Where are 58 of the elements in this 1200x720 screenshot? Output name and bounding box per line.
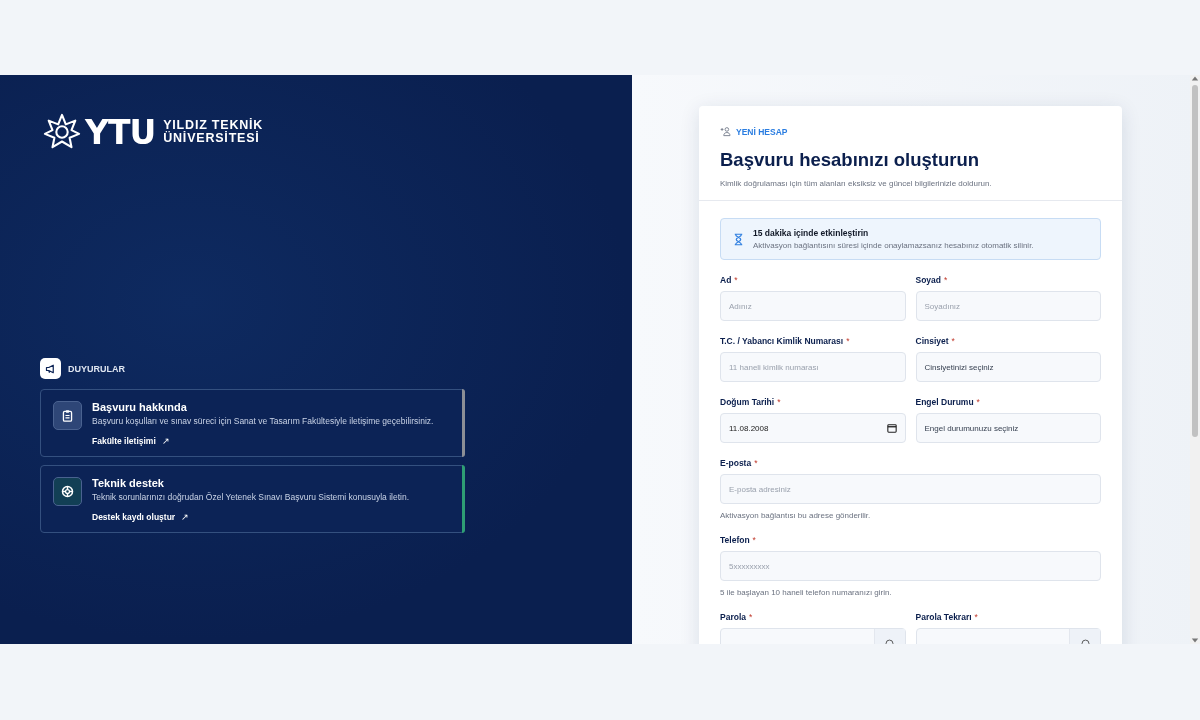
- field-label: Cinsiyet: [915, 336, 949, 346]
- calendar-icon[interactable]: [886, 423, 897, 433]
- megaphone-icon: [40, 358, 61, 379]
- field-label: Doğum Tarihi: [720, 397, 775, 407]
- notice-title: 15 dakika içinde etkinleştirin: [753, 228, 870, 238]
- announcement-link[interactable]: Destek kaydı oluştur: [92, 512, 176, 522]
- select-field[interactable]: Engel durumunuzu seçiniz: [915, 413, 1101, 443]
- field-hint: 5 ile başlayan 10 haneli telefon numaranızı girin.: [720, 588, 893, 597]
- clipboard-icon: [53, 401, 82, 430]
- scrollbar[interactable]: [1190, 75, 1200, 644]
- announcement-link[interactable]: Fakülte iletişimi: [92, 436, 156, 446]
- required-mark: *: [752, 535, 756, 545]
- scroll-up-icon[interactable]: [1191, 75, 1199, 83]
- lifebuoy-icon: [53, 477, 82, 506]
- required-mark: *: [754, 458, 758, 468]
- required-mark: *: [976, 397, 980, 407]
- input-field[interactable]: 5xxxxxxxxx: [720, 551, 1101, 581]
- input-field[interactable]: E-posta adresiniz: [720, 474, 1101, 504]
- external-link-icon: ↗: [161, 436, 170, 446]
- field-label: Parola Tekrarı: [915, 612, 972, 622]
- required-mark: *: [951, 336, 955, 346]
- announcement-text: Teknik sorunlarınızı doğrudan Özel Yetenek Sınavı Başvuru Sistemi konusuyla iletin.: [92, 492, 410, 502]
- university-name: ÜNİVERSİTESİ: [163, 132, 261, 145]
- field-label: Engel Durumu: [915, 397, 974, 407]
- field-label: Ad: [720, 275, 732, 285]
- date-field[interactable]: 11.08.2008: [720, 413, 906, 443]
- announcement-title: Teknik destek: [92, 477, 165, 489]
- field-label: Telefon: [720, 535, 750, 545]
- required-mark: *: [734, 275, 738, 285]
- required-mark: *: [944, 275, 948, 285]
- field-hint: Aktivasyon bağlantısı bu adrese gönderilir.: [720, 511, 872, 520]
- field-label: Soyad: [915, 275, 941, 285]
- field-label: Parola: [720, 612, 746, 622]
- form-subtitle: Kimlik doğrulaması için tüm alanları eksiksiz ve güncel bilgilerinizle doldurun.: [720, 179, 993, 188]
- date-value: 11.08.2008: [729, 423, 769, 433]
- section-title: DUYURULAR: [68, 363, 125, 374]
- form-title: Başvuru hesabınızı oluşturun: [720, 149, 981, 171]
- scroll-down-icon[interactable]: [1191, 636, 1199, 644]
- announcement-title: Başvuru hakkında: [92, 401, 188, 413]
- required-mark: *: [777, 397, 781, 407]
- university-name: YILDIZ TEKNİK: [163, 119, 264, 132]
- required-mark: *: [974, 612, 978, 622]
- external-link-icon: ↗: [181, 512, 190, 522]
- logo-mark: YTU: [85, 115, 156, 149]
- input-field[interactable]: 11 haneli kimlik numarası: [720, 352, 906, 382]
- input-field[interactable]: Soyadınız: [915, 291, 1101, 321]
- star-logo-icon: [43, 113, 81, 151]
- eyebrow-label: YENİ HESAP: [736, 126, 788, 137]
- select-field[interactable]: Cinsiyetinizi seçiniz: [915, 352, 1101, 382]
- field-label: T.C. / Yabancı Kimlik Numarası: [720, 336, 844, 346]
- notice-text: Aktivasyon bağlantısını süresi içinde onaylamazsanız hesabınız otomatik silinir.: [753, 241, 1034, 250]
- input-field[interactable]: Adınız: [720, 291, 906, 321]
- required-mark: *: [846, 336, 850, 346]
- announcement-text: Başvuru koşulları ve sınav süreci için Sanat ve Tasarım Fakültesiyle iletişime geçebilirsiniz.: [92, 416, 434, 426]
- required-mark: *: [749, 612, 753, 622]
- field-label: E-posta: [720, 458, 752, 468]
- add-user-icon: [720, 126, 731, 137]
- hourglass-icon: [734, 232, 743, 246]
